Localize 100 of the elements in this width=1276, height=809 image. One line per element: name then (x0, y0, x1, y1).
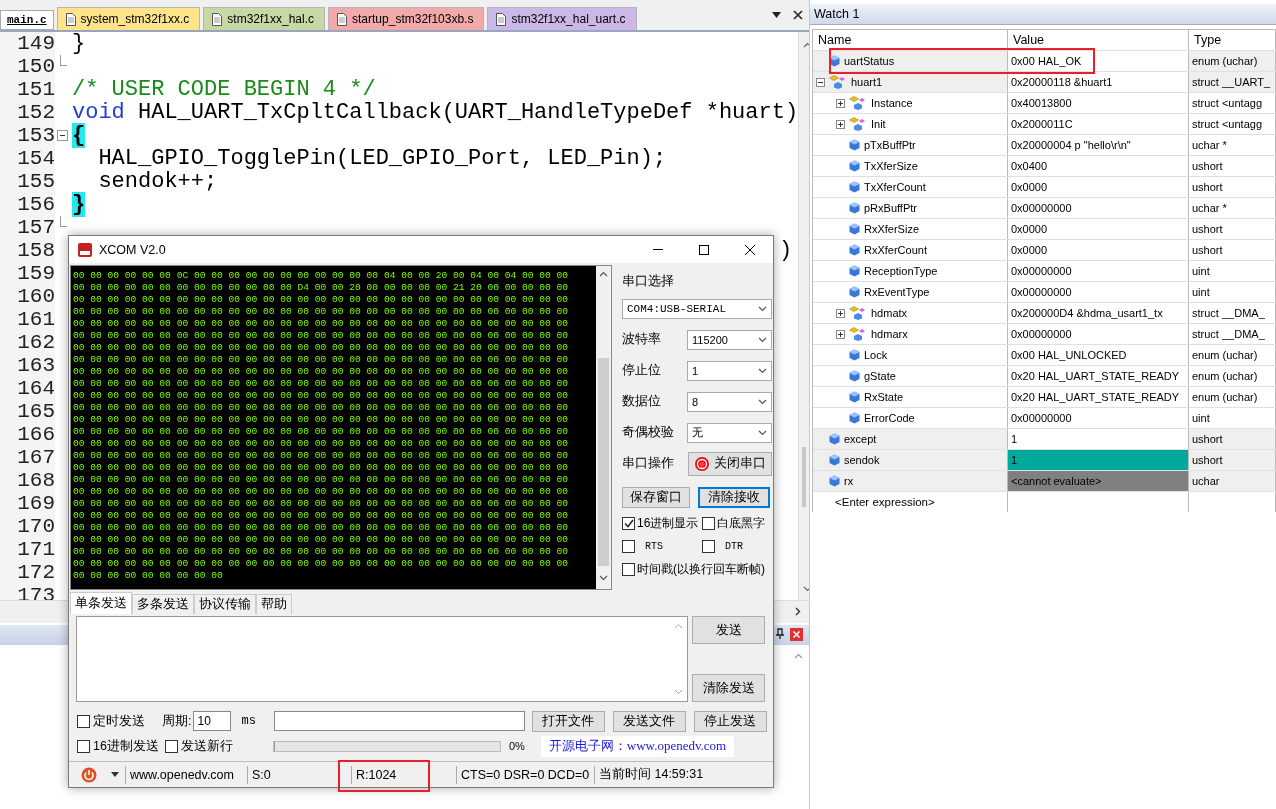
option-label[interactable]: 发送新行 (180, 737, 273, 755)
receive-area[interactable]: 00 00 00 00 00 00 0C 00 00 00 00 00 00 00 00 00 00 00 04 00 00 20 00 04 00 04 00 00 00 00 00 00 00 00 00 00 00 00 00 00 00 00 D4 00 00 20 00 00 00 00 00 21 20 00 00 00 00 00 00 00 00 00 00 00 00 00 00 00 00 00 00 00 00 00 00 00 00 00 00 00 00 00 00 00 00 00 00 00 00 00 00 00 00 00 00 00 00 00 00 00 00 00 00 00 00 00 00 00 00 00 00 00 00 00 00 00 00 00 00 00 00 00 00 00 00 00 00 00 00 00 00 00 00 00 00 00 00 00 00 00 00 00 00 00 00 00 00 00 00 00 00 00 00 00 00 00 00 00 00 00 00 00 00 00 00 00 00 00 00 00 00 00 00 00 00 00 00 00 00 00 00 00 00 00 00 00 00 00 00 00 00 00 00 00 00 00 00 00 00 00 00 00 00 00 00 00 00 00 00 00 00 00 00 00 00 00 00 00 00 00 00 00 00 00 00 00 00 00 00 00 00 00 00 00 00 00 00 00 00 00 00 00 00 00 00 00 00 00 00 00 00 00 00 00 00 00 00 00 00 00 00 00 00 00 00 00 00 00 00 00 00 00 00 00 00 00 00 00 00 00 00 00 00 00 00 00 00 00 00 00 00 00 00 00 00 00 00 00 00 00 00 00 00 00 00 00 00 00 00 00 00 00 00 00 00 00 00 00 00 00 00 00 00 00 00 00 00 00 00 00 00 00 00 00 00 00 00 00 00 00 00 00 00 00 00 00 00 00 00 00 00 00 00 00 00 00 00 00 00 00 00 00 00 00 00 00 00 00 00 00 00 00 00 00 00 00 00 00 00 00 00 00 00 00 00 00 00 00 00 00 00 00 00 00 00 00 00 00 00 00 00 00 00 00 00 00 00 00 00 00 00 00 00 00 00 00 00 00 00 00 00 00 00 00 00 00 00 00 00 00 00 00 00 00 00 00 00 00 00 00 00 00 00 00 00 00 00 00 00 00 00 00 00 00 00 00 00 00 00 00 00 00 00 00 00 00 00 00 00 00 00 00 00 00 00 00 00 00 00 00 00 00 00 00 00 00 00 00 00 00 00 00 00 00 00 00 00 00 00 00 00 00 00 00 00 00 00 00 00 00 00 00 00 00 00 00 00 00 00 00 00 00 00 00 00 00 00 00 00 00 00 00 00 00 00 00 00 00 00 00 00 00 00 00 00 00 00 00 00 00 00 00 00 00 00 00 00 00 00 00 00 00 00 00 00 00 00 00 00 00 00 00 00 00 00 00 00 00 00 00 00 00 00 00 00 00 00 00 00 00 00 00 00 00 00 00 00 00 00 00 00 00 00 00 00 00 00 00 00 00 00 00 00 00 00 00 00 00 00 00 00 00 00 00 00 00 00 00 00 00 00 00 00 00 00 00 00 00 00 00 00 00 00 00 00 00 00 00 00 00 00 00 00 00 00 00 00 00 00 00 00 00 00 00 00 00 00 00 00 00 00 00 00 00 00 00 00 00 00 00 00 00 00 00 00 00 00 00 00 00 00 00 00 00 00 00 00 00 00 00 00 00 00 00 00 00 00 00 00 00 00 00 00 00 00 00 00 00 00 00 00 00 00 00 00 00 00 00 00 00 00 00 00 00 (71, 266, 596, 589)
value-cell: 0x00 HAL_UNLOCKED (1008, 345, 1189, 365)
send-mode-tab[interactable]: 多条发送 (132, 594, 194, 614)
column-header[interactable]: Name (813, 30, 1008, 50)
checkbox[interactable] (622, 539, 635, 553)
file-tab[interactable]: main.c (0, 10, 54, 30)
pin-icon[interactable] (774, 628, 786, 640)
website-link[interactable]: 开源电子网：www.openedv.com (540, 735, 735, 757)
option-label[interactable]: 白底黑字 (717, 514, 765, 532)
variable-name[interactable]: TxXferSize (864, 160, 918, 172)
checkbox[interactable] (622, 516, 635, 530)
scrollbar-thumb[interactable] (598, 358, 609, 566)
file-button[interactable]: 发送文件 (612, 710, 686, 732)
variable-name[interactable]: except (844, 433, 877, 445)
line-number: 157 (0, 216, 55, 239)
collapse-icon[interactable] (816, 77, 825, 87)
expression-field[interactable]: <Enter expression> (835, 496, 935, 508)
period-field[interactable]: 10 (193, 711, 232, 731)
value-cell: <cannot evaluate> (1008, 471, 1189, 491)
close-icon[interactable] (793, 10, 803, 20)
port-toggle-button[interactable]: 关闭串口 (688, 451, 772, 476)
variable-name[interactable]: uartStatus (844, 55, 895, 67)
value-cell: 0x00000000 (1008, 261, 1189, 281)
app-icon (77, 241, 93, 258)
variable-name[interactable]: pRxBuffPtr (864, 202, 917, 214)
column-header[interactable]: Value (1008, 30, 1189, 50)
caret-icon[interactable] (758, 336, 767, 343)
diamond-icon (849, 202, 860, 214)
caret-icon[interactable] (758, 306, 767, 312)
checkbox[interactable] (164, 739, 178, 753)
caret-icon[interactable] (758, 398, 767, 405)
checkbox[interactable] (622, 562, 635, 576)
variable-name[interactable]: RxXferSize (864, 223, 920, 235)
file-tab[interactable]: startup_stm32f103xb.s (328, 7, 485, 30)
send-mode-tab[interactable]: 帮助 (256, 594, 292, 614)
expand-icon[interactable] (836, 98, 845, 108)
variable-name[interactable]: gState (864, 370, 896, 382)
variable-name[interactable]: RxXferCount (864, 244, 927, 256)
setting-select[interactable]: 115200 (687, 329, 772, 350)
dropdown-icon[interactable] (772, 12, 781, 18)
checkbox[interactable] (77, 714, 90, 728)
send-button[interactable]: 发送 (692, 616, 765, 644)
file-tab[interactable]: stm32f1xx_hal_uart.c (487, 7, 637, 30)
scroll-up-icon[interactable] (794, 653, 803, 659)
action-button[interactable]: 清除接收 (698, 487, 770, 508)
line-number: 151 (0, 78, 55, 101)
variable-name[interactable]: RxState (864, 391, 904, 403)
caret-icon[interactable] (758, 429, 767, 436)
fold-icon[interactable] (56, 130, 68, 141)
scroll-down-icon[interactable] (599, 575, 608, 581)
file-tab[interactable]: stm32f1xx_hal.c (203, 7, 326, 30)
send-button[interactable]: 清除发送 (692, 674, 765, 702)
variable-name[interactable]: RxEventType (864, 286, 930, 298)
checkbox[interactable] (702, 516, 715, 530)
variable-name[interactable]: ErrorCode (864, 412, 915, 424)
setting-select[interactable]: 1 (687, 360, 772, 381)
option-label[interactable]: RTS (645, 540, 663, 552)
checkbox[interactable] (702, 539, 715, 553)
send-mode-tab[interactable]: 协议传输 (194, 594, 256, 614)
option-label[interactable]: 定时发送 (93, 712, 145, 730)
value-cell: 0x2000011C (1008, 114, 1189, 134)
variable-name[interactable]: ReceptionType (864, 265, 938, 277)
struct-icon (849, 306, 867, 320)
scroll-up-icon[interactable] (599, 271, 608, 277)
file-button[interactable]: 停止发送 (693, 710, 767, 732)
setting-select[interactable]: 无 (687, 422, 772, 443)
expand-icon[interactable] (836, 119, 845, 129)
port-select[interactable]: COM4:USB-SERIAL (622, 299, 772, 319)
variable-name[interactable]: Lock (864, 349, 888, 361)
send-mode-tab[interactable]: 单条发送 (70, 592, 132, 614)
option-label[interactable]: 时间戳(以换行回车断帧) (637, 560, 765, 578)
option-label[interactable]: DTR (725, 540, 743, 552)
variable-name[interactable]: TxXferCount (864, 181, 926, 193)
variable-name[interactable]: rx (844, 475, 854, 487)
variable-name[interactable]: huart1 (851, 76, 883, 88)
type-cell: enum (uchar) (1189, 387, 1276, 407)
option-label[interactable]: 16进制显示 (637, 514, 699, 532)
caret-icon[interactable] (758, 367, 767, 374)
line-number: 159 (0, 262, 55, 285)
variable-name[interactable]: hdmarx (871, 328, 908, 340)
option-label[interactable]: 16进制发送 (93, 737, 159, 755)
file-tab[interactable]: system_stm32f1xx.c (56, 7, 201, 30)
checkbox[interactable] (77, 739, 90, 753)
variable-name[interactable]: pTxBuffPtr (864, 139, 916, 151)
file-button[interactable]: 打开文件 (531, 710, 605, 732)
file-path-field[interactable] (273, 711, 525, 731)
variable-name[interactable]: Init (871, 118, 886, 130)
scrollbar-thumb[interactable] (802, 447, 806, 507)
scroll-right-icon[interactable] (795, 607, 801, 616)
action-button[interactable]: 保存窗口 (622, 487, 690, 508)
variable-name[interactable]: Instance (871, 97, 913, 109)
variable-name[interactable]: hdmatx (871, 307, 908, 319)
setting-select[interactable]: 8 (687, 391, 772, 412)
expand-icon[interactable] (836, 308, 845, 318)
variable-name[interactable]: sendok (844, 454, 880, 466)
dropdown-icon[interactable] (111, 772, 119, 777)
column-header[interactable]: Type (1189, 30, 1276, 50)
expand-icon[interactable] (836, 329, 845, 339)
power-icon[interactable] (81, 766, 97, 783)
